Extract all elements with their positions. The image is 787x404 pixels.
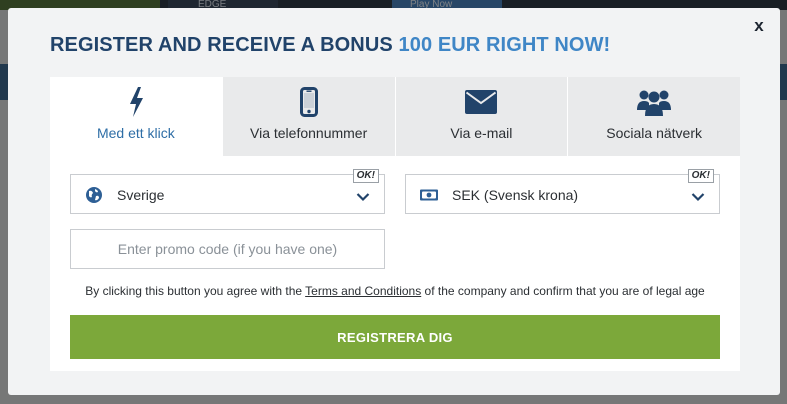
registration-form: Med ett klick Via telefonnummer Via e-ma… [50, 77, 740, 371]
currency-select[interactable]: SEK (Svensk krona) OK! [405, 169, 720, 214]
agreement-before: By clicking this button you agree with t… [85, 284, 306, 298]
modal-title: REGISTER AND RECEIVE A BONUS 100 EUR RIG… [50, 34, 610, 57]
currency-value: SEK (Svensk krona) [452, 187, 579, 203]
registration-tabs: Med ett klick Via telefonnummer Via e-ma… [50, 77, 740, 156]
close-button[interactable]: x [750, 17, 768, 35]
registration-modal: x REGISTER AND RECEIVE A BONUS 100 EUR R… [8, 8, 780, 395]
promo-code-input[interactable] [70, 229, 385, 269]
tab-one-click-label: Med ett klick [96, 125, 175, 141]
agreement-after: of the company and confirm that you are … [421, 284, 705, 298]
tab-phone[interactable]: Via telefonnummer [221, 77, 395, 156]
terms-link[interactable]: Terms and Conditions [305, 284, 421, 298]
globe-icon [85, 186, 103, 204]
currency-ok-badge: OK! [687, 169, 714, 183]
envelope-icon [465, 87, 498, 117]
register-button[interactable]: REGISTRERA DIG [70, 315, 720, 359]
country-value: Sverige [117, 187, 165, 203]
phone-icon [299, 87, 318, 117]
country-ok-badge: OK! [352, 169, 379, 183]
users-icon [637, 87, 672, 117]
country-select[interactable]: Sverige OK! [70, 169, 385, 214]
terms-agreement-text: By clicking this button you agree with t… [50, 284, 740, 298]
banknote-icon [420, 186, 438, 204]
title-main: REGISTER AND RECEIVE A BONUS [50, 34, 399, 56]
lightning-icon [128, 87, 144, 117]
tab-phone-label: Via telefonnummer [250, 125, 368, 141]
chevron-down-icon [356, 189, 370, 202]
chevron-down-icon [691, 189, 705, 202]
tab-email-label: Via e-mail [450, 125, 513, 141]
tab-social-label: Sociala nätverk [606, 125, 702, 141]
tab-one-click[interactable]: Med ett klick [50, 77, 222, 156]
title-highlight: 100 EUR RIGHT NOW! [398, 34, 611, 56]
tab-email[interactable]: Via e-mail [394, 77, 568, 156]
tab-social[interactable]: Sociala nätverk [567, 77, 740, 156]
